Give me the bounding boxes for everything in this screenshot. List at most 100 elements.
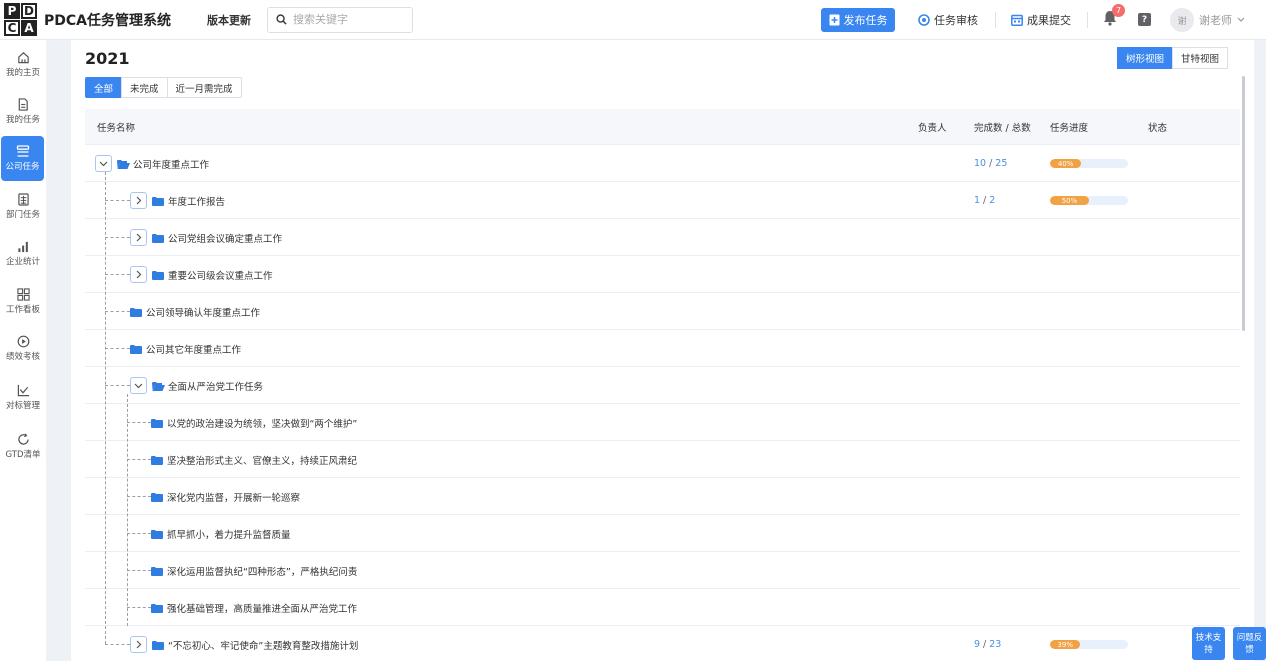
gantt-view-button[interactable]: 甘特视图 — [1172, 47, 1229, 69]
task-name[interactable]: 深化运用监督执纪“四种形态”，严格执纪问责 — [167, 552, 357, 589]
task-review-link[interactable]: 任务审核 — [918, 0, 978, 40]
table-row[interactable]: 公司领导确认年度重点工作 — [85, 293, 1240, 330]
sidebar-item-my-tasks[interactable]: 我的任务 — [0, 90, 46, 132]
task-name[interactable]: 公司其它年度重点工作 — [146, 330, 241, 367]
task-name[interactable]: 全面从严治党工作任务 — [168, 367, 263, 404]
calculator-icon — [17, 192, 29, 206]
version-update-link[interactable]: 版本更新 — [207, 12, 251, 28]
collapse-toggle-button[interactable] — [130, 377, 147, 394]
expand-toggle-button[interactable] — [130, 192, 147, 209]
task-name[interactable]: 公司年度重点工作 — [133, 145, 209, 182]
table-row[interactable]: 以党的政治建设为统领，坚决做到“两个维护” — [85, 404, 1240, 441]
task-name[interactable]: 以党的政治建设为统领，坚决做到“两个维护” — [167, 404, 357, 441]
sidebar-item-gtd[interactable]: GTD清单 — [0, 425, 46, 467]
sidebar-item-enterprise-stats[interactable]: 企业统计 — [0, 232, 46, 274]
filter-due-this-month[interactable]: 近一月需完成 — [166, 77, 242, 98]
sidebar-item-label: 我的主页 — [5, 67, 40, 78]
filter-all[interactable]: 全部 — [85, 77, 123, 98]
table-row[interactable]: 年度工作报告 1/2 50% — [85, 182, 1240, 219]
column-header-status: 状态 — [1148, 123, 1168, 134]
done-count: 10 — [974, 158, 987, 169]
search-input[interactable] — [293, 13, 403, 26]
home-icon — [17, 51, 29, 63]
folder-icon — [152, 232, 164, 243]
task-name[interactable]: 年度工作报告 — [168, 182, 225, 219]
grid-icon — [16, 287, 30, 301]
calendar-icon — [1011, 14, 1023, 26]
task-name[interactable]: 深化党内监督，开展新一轮巡察 — [167, 478, 300, 515]
user-menu[interactable]: 谢老师 — [1199, 0, 1245, 40]
total-count: 23 — [989, 639, 1002, 650]
sidebar-item-company-tasks[interactable]: 公司任务 — [1, 136, 44, 181]
publish-task-button[interactable]: 发布任务 — [821, 8, 895, 32]
table-row[interactable]: 重要公司级会议重点工作 — [85, 256, 1240, 293]
column-header-name: 任务名称 — [97, 123, 136, 134]
review-icon — [918, 14, 930, 26]
logo-letter-p: P — [4, 2, 20, 19]
filter-incomplete[interactable]: 未完成 — [121, 77, 168, 98]
feedback-button[interactable]: 问题反馈 — [1233, 627, 1266, 660]
count-separator: / — [989, 158, 993, 169]
folder-icon — [130, 343, 142, 354]
table-row[interactable]: 抓早抓小，着力提升监督质量 — [85, 515, 1240, 552]
sidebar-item-performance[interactable]: 绩效考核 — [0, 327, 46, 369]
table-row[interactable]: “不忘初心、牢记使命”主题教育整改措施计划 9/23 39% — [85, 626, 1240, 661]
expand-toggle-button[interactable] — [130, 266, 147, 283]
tree-view-button[interactable]: 树形视图 — [1117, 47, 1174, 69]
search-box[interactable] — [267, 6, 413, 33]
divider — [995, 12, 996, 28]
tree-connector — [127, 607, 151, 608]
task-name[interactable]: “不忘初心、牢记使命”主题教育整改措施计划 — [168, 626, 358, 661]
folder-icon — [130, 306, 142, 317]
table-row[interactable]: 深化党内监督，开展新一轮巡察 — [85, 478, 1240, 515]
target-icon — [17, 335, 29, 347]
chevron-down-icon — [134, 383, 143, 389]
sidebar-item-benchmark[interactable]: 对标管理 — [0, 376, 46, 418]
progress-bar: 50% — [1050, 196, 1128, 205]
progress-fill: 39% — [1050, 640, 1081, 649]
avatar[interactable]: 谢 — [1170, 8, 1194, 32]
sidebar-item-department-tasks[interactable]: 部门任务 — [0, 185, 46, 227]
tree-connector — [127, 533, 151, 534]
expand-toggle-button[interactable] — [130, 636, 147, 653]
folder-icon — [151, 454, 163, 465]
column-header-progress: 任务进度 — [1050, 123, 1089, 134]
table-row[interactable]: 深化运用监督执纪“四种形态”，严格执纪问责 — [85, 552, 1240, 589]
folder-open-icon — [152, 380, 165, 391]
task-name[interactable]: 公司领导确认年度重点工作 — [146, 293, 260, 330]
logo-letter-a: A — [21, 19, 37, 36]
sidebar-item-label: 绩效考核 — [5, 351, 40, 362]
search-icon — [276, 14, 287, 25]
result-submit-link[interactable]: 成果提交 — [1011, 0, 1071, 40]
sidebar-item-label: 部门任务 — [5, 209, 40, 220]
table-row[interactable]: 强化基础管理，高质量推进全面从严治党工作 — [85, 589, 1240, 626]
vertical-scrollbar[interactable] — [1242, 76, 1245, 331]
folder-open-icon — [117, 158, 130, 169]
sidebar-item-work-board[interactable]: 工作看板 — [0, 280, 46, 322]
count-separator: / — [983, 639, 987, 650]
collapse-toggle-button[interactable] — [95, 155, 112, 172]
task-name[interactable]: 强化基础管理，高质量推进全面从严治党工作 — [167, 589, 357, 626]
chevron-down-icon — [99, 161, 108, 167]
expand-toggle-button[interactable] — [130, 229, 147, 246]
sidebar-item-my-home[interactable]: 我的主页 — [0, 43, 46, 85]
tech-support-button[interactable]: 技术支持 — [1192, 627, 1225, 660]
table-row[interactable]: 公司年度重点工作 10/25 40% — [85, 145, 1240, 182]
table-row[interactable]: 坚决整治形式主义、官僚主义，持续正风肃纪 — [85, 441, 1240, 478]
table-row[interactable]: 公司党组会议确定重点工作 — [85, 219, 1240, 256]
user-name: 谢老师 — [1199, 14, 1232, 27]
table-row[interactable]: 全面从严治党工作任务 — [85, 367, 1240, 404]
chevron-right-icon — [136, 270, 142, 279]
main-panel: 2021 全部 未完成 近一月需完成 树形视图 甘特视图 任务名称 负责人 完成… — [71, 40, 1254, 661]
task-name[interactable]: 坚决整治形式主义、官僚主义，持续正风肃纪 — [167, 441, 357, 478]
task-name[interactable]: 重要公司级会议重点工作 — [168, 256, 273, 293]
app-title: PDCA任务管理系统 — [44, 12, 171, 29]
task-name[interactable]: 抓早抓小，着力提升监督质量 — [167, 515, 291, 552]
help-icon[interactable]: ? — [1138, 13, 1151, 26]
column-header-owner: 负责人 — [918, 123, 947, 134]
task-name[interactable]: 公司党组会议确定重点工作 — [168, 219, 282, 256]
folder-icon — [151, 528, 163, 539]
tree-connector — [105, 311, 130, 312]
table-row[interactable]: 公司其它年度重点工作 — [85, 330, 1240, 367]
notification-bell[interactable]: 7 — [1103, 4, 1125, 29]
